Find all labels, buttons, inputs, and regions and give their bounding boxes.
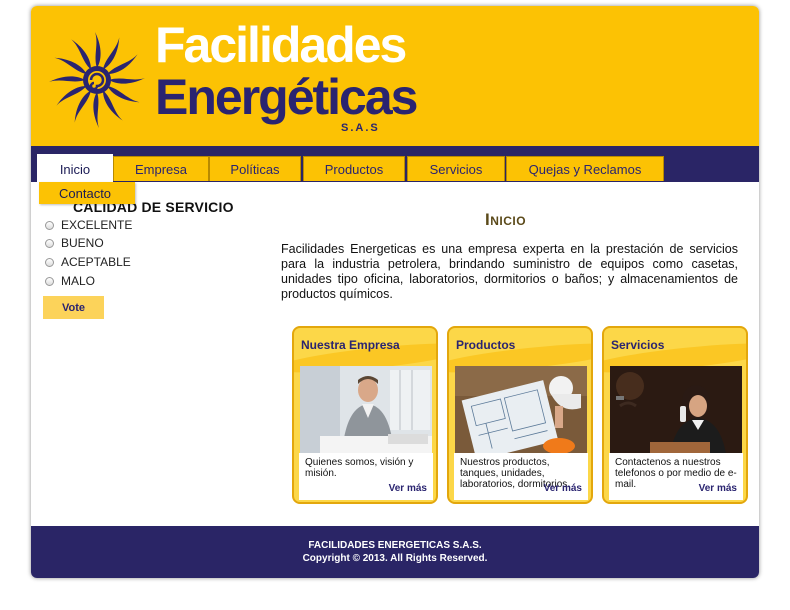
brand-suffix: S.A.S bbox=[341, 122, 380, 134]
vote-button[interactable]: Vote bbox=[43, 296, 104, 319]
poll-option[interactable]: BUENO bbox=[45, 236, 104, 250]
tab-servicios[interactable]: Servicios bbox=[407, 156, 505, 181]
poll-option[interactable]: EXCELENTE bbox=[45, 218, 132, 232]
poll-option[interactable]: ACEPTABLE bbox=[45, 255, 131, 269]
footer-copyright: Copyright © 2013. All Rights Reserved. bbox=[302, 553, 488, 564]
footer-company-name: FACILIDADES ENERGETICAS S.A.S. bbox=[308, 540, 482, 551]
radio-button[interactable] bbox=[45, 276, 54, 286]
phone-operator-photo bbox=[610, 366, 742, 454]
page-frame: Facilidades Energéticas S.A.S Inicio Emp… bbox=[31, 6, 759, 578]
card-title: Productos bbox=[456, 338, 516, 352]
main-navigation: Inicio Empresa Políticas Productos Servi… bbox=[31, 146, 759, 183]
tab-empresa[interactable]: Empresa bbox=[113, 156, 209, 181]
radio-button[interactable] bbox=[45, 238, 54, 248]
sun-logo-icon bbox=[49, 32, 145, 128]
ver-mas-link[interactable]: Ver más bbox=[544, 483, 582, 494]
ver-mas-link[interactable]: Ver más bbox=[699, 483, 737, 494]
brand-name-line1: Facilidades bbox=[155, 17, 407, 73]
site-header: Facilidades Energéticas S.A.S bbox=[31, 6, 759, 146]
submenu-item-contacto[interactable]: Contacto bbox=[39, 182, 135, 204]
tab-productos[interactable]: Productos bbox=[303, 156, 405, 181]
poll-option-label: ACEPTABLE bbox=[61, 255, 131, 269]
card-title: Nuestra Empresa bbox=[301, 338, 400, 352]
poll-option-label: MALO bbox=[61, 274, 96, 288]
poll-option-label: BUENO bbox=[61, 236, 104, 250]
card-nuestra-empresa[interactable]: Nuestra Empresa Quienes somos, visión y … bbox=[292, 326, 438, 504]
intro-paragraph: Facilidades Energeticas es una empresa e… bbox=[281, 242, 738, 301]
tab-inicio[interactable]: Inicio bbox=[37, 154, 113, 183]
radio-button[interactable] bbox=[45, 220, 54, 230]
card-body: Contactenos a nuestros telefonos o por m… bbox=[609, 453, 743, 500]
card-text: Quienes somos, visión y misión. bbox=[305, 457, 414, 479]
brand-name-line2: Energéticas bbox=[155, 69, 418, 125]
blueprint-photo bbox=[455, 366, 587, 454]
poll-option[interactable]: MALO bbox=[45, 274, 95, 288]
card-title: Servicios bbox=[611, 338, 665, 352]
card-productos[interactable]: Productos Nuestros productos, tanques, u… bbox=[447, 326, 593, 504]
page-title: Inicio bbox=[485, 210, 527, 229]
businessman-photo bbox=[300, 366, 432, 454]
tab-politicas[interactable]: Políticas bbox=[209, 156, 301, 181]
site-footer: FACILIDADES ENERGETICAS S.A.S. Copyright… bbox=[31, 526, 759, 578]
card-body: Quienes somos, visión y misión. Ver más bbox=[299, 453, 433, 500]
card-body: Nuestros productos, tanques, unidades, l… bbox=[454, 453, 588, 500]
tab-quejas-reclamos[interactable]: Quejas y Reclamos bbox=[506, 156, 664, 181]
card-servicios[interactable]: Servicios Contactenos a nuestros telefon… bbox=[602, 326, 748, 504]
radio-button[interactable] bbox=[45, 257, 54, 267]
ver-mas-link[interactable]: Ver más bbox=[389, 483, 427, 494]
poll-option-label: EXCELENTE bbox=[61, 218, 133, 232]
